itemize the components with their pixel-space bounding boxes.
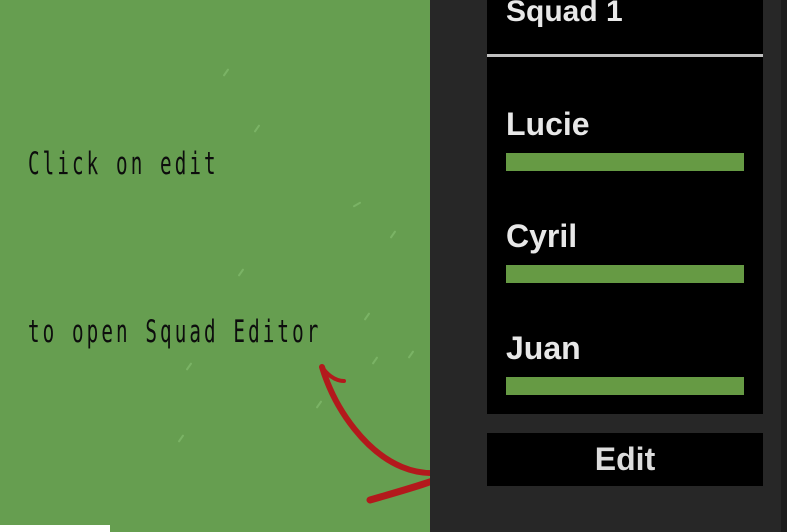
- edit-squad-button[interactable]: Edit: [487, 433, 763, 486]
- member-name: Juan: [506, 330, 581, 366]
- health-bar: [506, 377, 744, 395]
- tutorial-hint-line-1: Click on edit: [28, 146, 219, 182]
- tutorial-hint: Click on edit to open Squad Editor: [28, 24, 321, 472]
- member-name: Lucie: [506, 106, 590, 142]
- health-bar-fill: [506, 153, 744, 171]
- health-bar-fill: [506, 377, 744, 395]
- squad-header: Squad 1: [487, 0, 763, 54]
- grass-tuft: [352, 201, 362, 208]
- squad-roster: Lucie Cyril Juan: [487, 57, 763, 414]
- tutorial-hint-line-2: to open Squad Editor: [28, 314, 322, 350]
- grass-tuft: [363, 312, 371, 321]
- squad-panel: Squad 1 Lucie Cyril Juan Edit: [430, 0, 787, 532]
- health-bar: [506, 265, 744, 283]
- game-screen: Click on edit to open Squad Editor Squad…: [0, 0, 787, 532]
- grass-tuft: [389, 230, 397, 239]
- panel-edge: [781, 0, 787, 532]
- health-bar: [506, 153, 744, 171]
- squad-title: Squad 1: [506, 0, 623, 28]
- health-bar-fill: [506, 265, 744, 283]
- squad-member-cyril[interactable]: Cyril: [506, 216, 744, 296]
- partial-ui-element: [0, 525, 110, 532]
- member-name: Cyril: [506, 218, 578, 254]
- squad-member-juan[interactable]: Juan: [506, 328, 744, 408]
- squad-member-lucie[interactable]: Lucie: [506, 104, 744, 184]
